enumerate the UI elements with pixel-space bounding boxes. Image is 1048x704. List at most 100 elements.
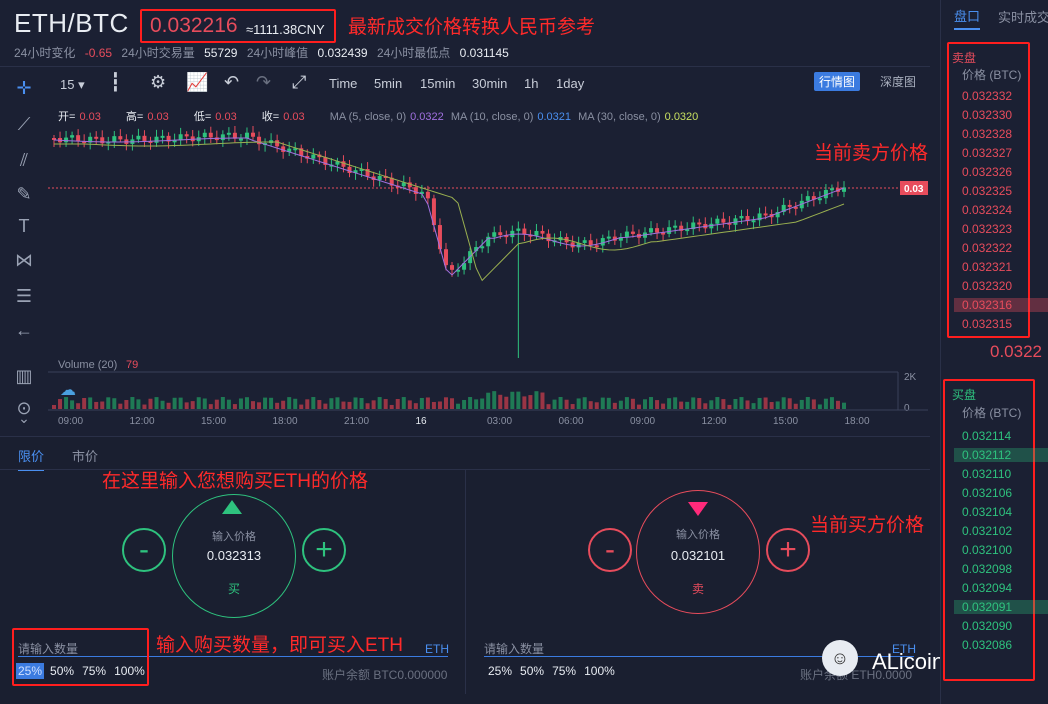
sell-pct-50[interactable]: 50% — [518, 663, 546, 679]
volume-bar — [516, 391, 521, 409]
candle-body — [673, 225, 678, 228]
sell-increase-button[interactable]: + — [766, 528, 810, 572]
volume-bar — [498, 394, 503, 409]
volume-bar — [787, 398, 792, 409]
tab-market[interactable]: 市价 — [72, 446, 98, 465]
tab-order-book[interactable]: 盘口 — [954, 6, 981, 30]
ma30-line — [54, 141, 845, 282]
ask-row[interactable]: 0.032323 — [962, 222, 1012, 236]
tab-trades[interactable]: 实时成交 — [998, 7, 1048, 26]
bid-row[interactable]: 0.032094 — [962, 581, 1012, 595]
volume-bar — [244, 397, 249, 409]
time-option-1[interactable]: 5min — [374, 76, 402, 91]
ask-row[interactable]: 0.032326 — [962, 165, 1012, 179]
crosshair-icon[interactable]: ✛ — [12, 78, 36, 99]
volume-bar — [371, 400, 376, 409]
collapse-chevron-icon[interactable]: ⌄ — [12, 410, 36, 427]
sell-pct-25[interactable]: 25% — [486, 663, 514, 679]
book-last-price: 0.0322 — [990, 342, 1042, 361]
candle-body — [540, 230, 545, 234]
buy-action-label[interactable]: 买 — [172, 580, 296, 597]
kline-tab-button[interactable]: 行情图 — [814, 72, 861, 91]
candle-body — [347, 166, 352, 174]
parallel-lines-icon[interactable]: ⫽ — [12, 150, 36, 171]
bid-row[interactable]: 0.032106 — [962, 486, 1012, 500]
sell-pct-100[interactable]: 100% — [582, 663, 617, 679]
candle-body — [238, 138, 243, 141]
bid-row[interactable]: 0.032098 — [962, 562, 1012, 576]
depth-tab-button[interactable]: 深度图 — [880, 73, 916, 90]
sell-decrease-button[interactable]: - — [588, 528, 632, 572]
buy-decrease-button[interactable]: - — [122, 528, 166, 572]
interval-select[interactable]: 15 ▾ — [60, 77, 85, 93]
bid-row[interactable]: 0.032100 — [962, 543, 1012, 557]
candle-body — [829, 188, 834, 191]
ask-row[interactable]: 0.032320 — [962, 279, 1012, 293]
time-option-4[interactable]: 1h — [524, 76, 538, 91]
candle-body — [739, 215, 744, 219]
redo-icon[interactable]: ↷ — [256, 72, 271, 93]
volume-bar — [624, 397, 629, 409]
gear-icon[interactable]: ⚙ — [150, 72, 166, 93]
sell-pct-75[interactable]: 75% — [550, 663, 578, 679]
sell-price-value[interactable]: 0.032101 — [636, 548, 760, 563]
candle-body — [787, 204, 792, 207]
candlestick-icon[interactable]: ┇ — [110, 72, 121, 93]
time-tick-label: 03:00 — [487, 416, 512, 426]
volume-bar — [52, 405, 56, 409]
indicator-icon[interactable]: 📈 — [186, 72, 208, 93]
candle-body — [582, 240, 587, 243]
price-chart[interactable]: 0.03 Volume (20) 79 2K 0 09:00 12:00 15:00… — [48, 126, 928, 426]
brush-icon[interactable]: ✎ — [12, 184, 36, 205]
bid-row[interactable]: 0.032091 — [954, 600, 1048, 614]
volume-bar — [661, 403, 666, 409]
time-option-2[interactable]: 15min — [420, 76, 455, 91]
buy-price-value[interactable]: 0.032313 — [172, 548, 296, 563]
ask-row[interactable]: 0.032324 — [962, 203, 1012, 217]
text-tool-icon[interactable]: T — [12, 216, 36, 237]
ask-row[interactable]: 0.032316 — [954, 298, 1048, 312]
volume-bar — [443, 397, 448, 409]
buy-increase-button[interactable]: + — [302, 528, 346, 572]
bid-row[interactable]: 0.032104 — [962, 505, 1012, 519]
trendline-icon[interactable]: ⟋ — [12, 114, 36, 135]
time-option-0[interactable]: Time — [329, 76, 357, 91]
ask-row[interactable]: 0.032332 — [962, 89, 1012, 103]
volume-bar — [823, 398, 828, 409]
fibonacci-icon[interactable]: ☰ — [12, 286, 36, 307]
bid-row[interactable]: 0.032102 — [962, 524, 1012, 538]
volume-bar — [269, 397, 274, 409]
candle-body — [112, 136, 117, 142]
back-arrow-icon[interactable]: ← — [12, 320, 36, 341]
ask-row[interactable]: 0.032328 — [962, 127, 1012, 141]
ask-row[interactable]: 0.032325 — [962, 184, 1012, 198]
measure-icon[interactable]: ▥ — [12, 366, 36, 387]
sell-action-label[interactable]: 卖 — [636, 580, 760, 597]
ask-row[interactable]: 0.032327 — [962, 146, 1012, 160]
time-option-3[interactable]: 30min — [472, 76, 507, 91]
bid-row[interactable]: 0.032112 — [954, 448, 1048, 462]
pattern-icon[interactable]: ⋈ — [12, 250, 36, 271]
sell-qty-input[interactable]: 请输入数量 — [484, 640, 544, 657]
volume-bar — [70, 400, 75, 409]
tab-limit[interactable]: 限价 — [18, 446, 45, 471]
fullscreen-icon[interactable]: ⤢ — [292, 72, 306, 93]
bid-row[interactable]: 0.032090 — [962, 619, 1012, 633]
volume-bar — [112, 398, 117, 409]
time-tick-label: 09:00 — [630, 416, 655, 426]
candle-body — [630, 231, 635, 234]
ask-row[interactable]: 0.032321 — [962, 260, 1012, 274]
bid-row[interactable]: 0.032086 — [962, 638, 1012, 652]
volume-bar — [673, 397, 678, 409]
open-value: 0.03 — [79, 111, 101, 123]
ask-row[interactable]: 0.032322 — [962, 241, 1012, 255]
ask-row[interactable]: 0.032330 — [962, 108, 1012, 122]
volume-bar — [208, 404, 213, 409]
candles-group — [52, 126, 846, 358]
ask-row[interactable]: 0.032315 — [962, 317, 1012, 331]
bid-row[interactable]: 0.032110 — [962, 467, 1011, 481]
time-option-5[interactable]: 1day — [556, 76, 584, 91]
undo-icon[interactable]: ↶ — [224, 72, 239, 93]
volume-bar — [594, 402, 599, 409]
bid-row[interactable]: 0.032114 — [962, 429, 1011, 443]
